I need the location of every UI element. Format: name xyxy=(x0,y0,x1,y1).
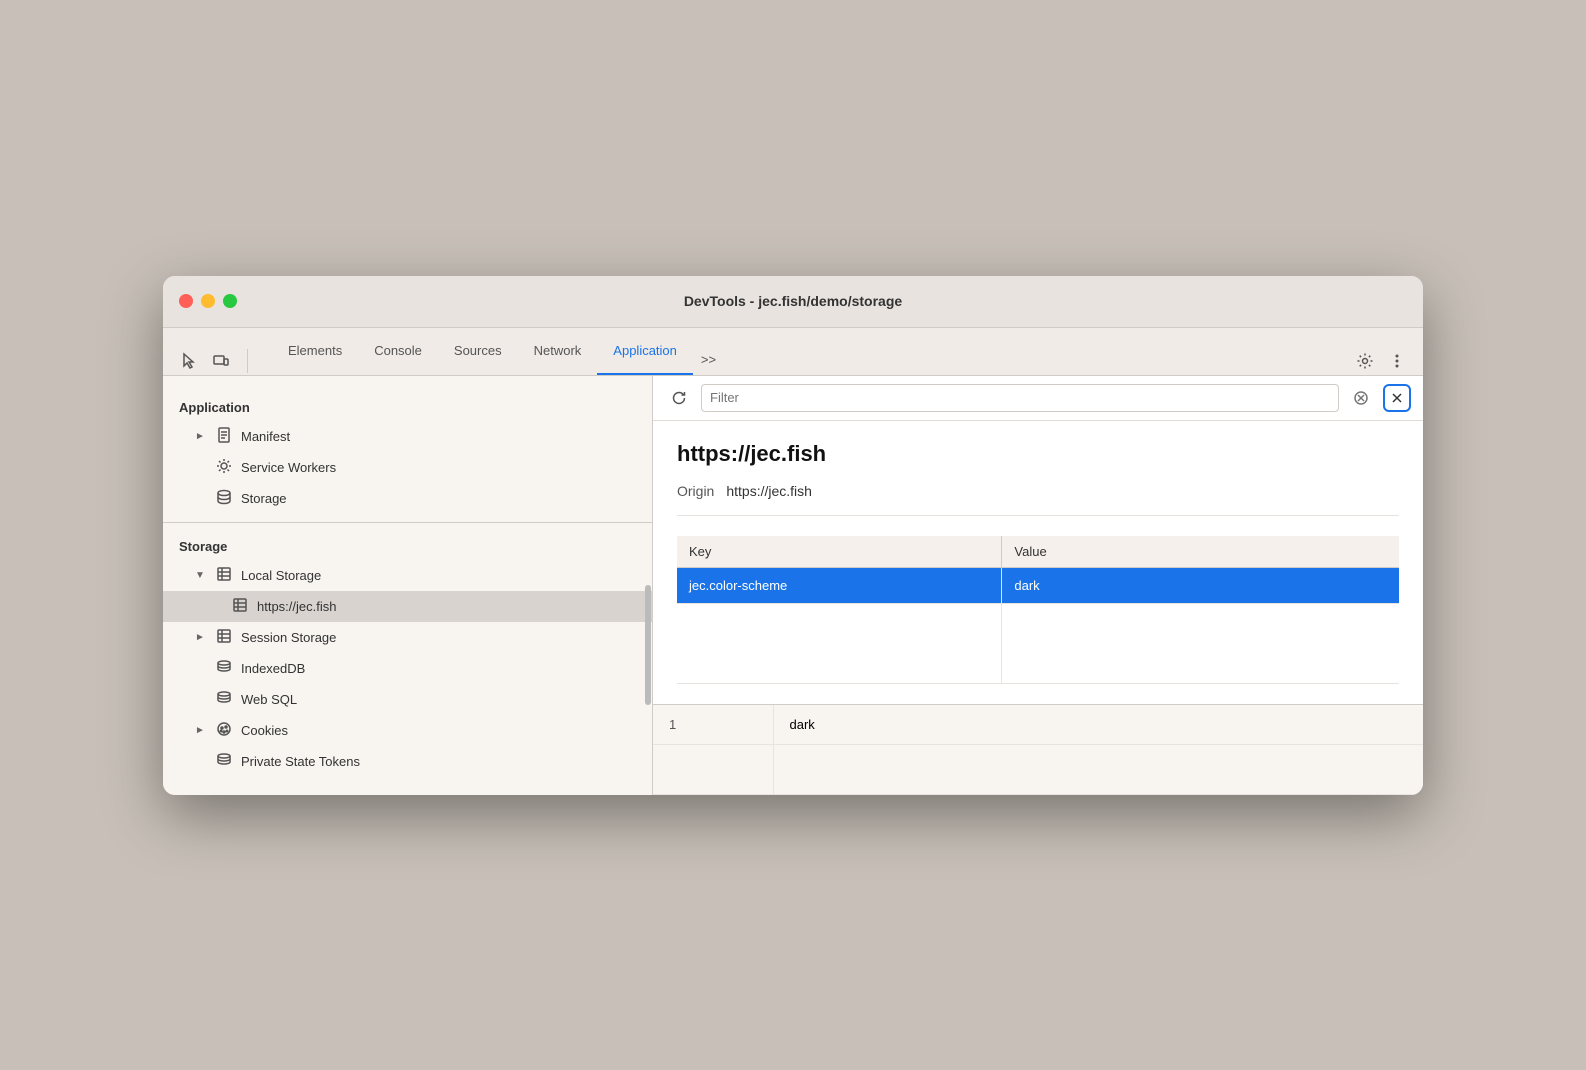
session-storage-arrow: ► xyxy=(195,632,207,643)
bottom-cell-empty2 xyxy=(773,744,1423,794)
tab-console[interactable]: Console xyxy=(358,328,438,375)
tab-elements[interactable]: Elements xyxy=(272,328,358,375)
origin-title: https://jec.fish xyxy=(677,441,1399,467)
bottom-panel: 1 dark xyxy=(653,704,1423,795)
manifest-label: Manifest xyxy=(241,429,290,444)
content-body: https://jec.fish Origin https://jec.fish… xyxy=(653,421,1423,704)
sidebar-item-manifest[interactable]: ► Manifest xyxy=(163,421,652,452)
content-toolbar xyxy=(653,376,1423,421)
sidebar-item-service-workers[interactable]: ► Servi xyxy=(163,452,652,483)
cookies-arrow: ► xyxy=(195,725,207,736)
tab-application[interactable]: Application xyxy=(597,328,693,375)
sidebar-section-storage: Storage xyxy=(163,531,652,560)
clear-icon[interactable] xyxy=(1347,384,1375,412)
indexeddb-label: IndexedDB xyxy=(241,661,305,676)
sidebar: Application ► Manifest ► xyxy=(163,376,653,795)
tab-more[interactable]: >> xyxy=(693,344,724,375)
tab-bar-right-icons xyxy=(1351,347,1411,375)
local-storage-url-label: https://jec.fish xyxy=(257,599,336,614)
main-area: Application ► Manifest ► xyxy=(163,376,1423,795)
manifest-icon xyxy=(215,427,233,446)
sidebar-item-storage-app[interactable]: ► Storage xyxy=(163,483,652,514)
private-state-tokens-icon xyxy=(215,752,233,771)
table-cell-value: dark xyxy=(1002,567,1399,603)
content-area: https://jec.fish Origin https://jec.fish… xyxy=(653,376,1423,795)
sidebar-scrollbar[interactable] xyxy=(644,376,652,795)
toolbar-divider xyxy=(247,349,248,373)
tabs: Elements Console Sources Network Applica… xyxy=(272,328,1351,375)
indexeddb-icon xyxy=(215,659,233,678)
title-bar: DevTools - jec.fish/demo/storage xyxy=(163,276,1423,328)
origin-value: https://jec.fish xyxy=(726,483,812,499)
tab-sources[interactable]: Sources xyxy=(438,328,518,375)
select-element-icon[interactable] xyxy=(175,347,203,375)
private-state-tokens-label: Private State Tokens xyxy=(241,754,360,769)
session-storage-icon xyxy=(215,628,233,647)
sidebar-item-local-storage-url[interactable]: ► https://jec.fish xyxy=(163,591,652,622)
sidebar-divider xyxy=(163,522,652,523)
more-options-icon[interactable] xyxy=(1383,347,1411,375)
local-storage-label: Local Storage xyxy=(241,568,321,583)
storage-app-icon xyxy=(215,489,233,508)
devtools-container: Elements Console Sources Network Applica… xyxy=(163,328,1423,795)
table-row-empty xyxy=(677,603,1399,683)
sidebar-item-private-state-tokens[interactable]: ► Private State Tokens xyxy=(163,746,652,777)
table-cell-empty-key xyxy=(677,603,1002,683)
storage-app-label: Storage xyxy=(241,491,287,506)
service-workers-icon xyxy=(215,458,233,477)
table-header-key: Key xyxy=(677,536,1002,568)
bottom-row-empty xyxy=(653,744,1423,794)
table-cell-key: jec.color-scheme xyxy=(677,567,1002,603)
minimize-button[interactable] xyxy=(201,294,215,308)
devtools-window: DevTools - jec.fish/demo/storage xyxy=(163,276,1423,795)
sidebar-item-cookies[interactable]: ► Cookies xyxy=(163,715,652,746)
device-toggle-icon[interactable] xyxy=(207,347,235,375)
sidebar-scrollbar-thumb xyxy=(645,585,651,705)
traffic-lights xyxy=(179,294,237,308)
cookies-label: Cookies xyxy=(241,723,288,738)
session-storage-label: Session Storage xyxy=(241,630,336,645)
manifest-arrow: ► xyxy=(195,431,207,442)
cookies-icon xyxy=(215,721,233,740)
bottom-cell-empty xyxy=(653,744,773,794)
tab-network[interactable]: Network xyxy=(518,328,598,375)
close-button[interactable] xyxy=(179,294,193,308)
bottom-row: 1 dark xyxy=(653,705,1423,745)
web-sql-label: Web SQL xyxy=(241,692,297,707)
sidebar-item-session-storage[interactable]: ► Session Storage xyxy=(163,622,652,653)
origin-label: Origin xyxy=(677,483,714,499)
filter-input[interactable] xyxy=(701,384,1339,412)
sidebar-item-local-storage[interactable]: ▼ Local Storage xyxy=(163,560,652,591)
tab-bar: Elements Console Sources Network Applica… xyxy=(163,328,1423,376)
bottom-table: 1 dark xyxy=(653,705,1423,795)
table-cell-empty-value xyxy=(1002,603,1399,683)
toolbar-icons xyxy=(175,347,256,375)
sidebar-section-application: Application xyxy=(163,392,652,421)
web-sql-icon xyxy=(215,690,233,709)
service-workers-label: Service Workers xyxy=(241,460,336,475)
local-storage-url-icon xyxy=(231,597,249,616)
sidebar-item-web-sql[interactable]: ► Web SQL xyxy=(163,684,652,715)
refresh-button[interactable] xyxy=(665,384,693,412)
settings-icon[interactable] xyxy=(1351,347,1379,375)
maximize-button[interactable] xyxy=(223,294,237,308)
table-row[interactable]: jec.color-scheme dark xyxy=(677,567,1399,603)
window-title: DevTools - jec.fish/demo/storage xyxy=(684,293,902,309)
sidebar-item-indexeddb[interactable]: ► IndexedDB xyxy=(163,653,652,684)
storage-table: Key Value jec.color-scheme dark xyxy=(677,536,1399,684)
bottom-cell-value: dark xyxy=(773,705,1423,745)
bottom-cell-num: 1 xyxy=(653,705,773,745)
table-header-value: Value xyxy=(1002,536,1399,568)
delete-icon[interactable] xyxy=(1383,384,1411,412)
local-storage-arrow: ▼ xyxy=(195,570,207,581)
local-storage-icon xyxy=(215,566,233,585)
origin-row: Origin https://jec.fish xyxy=(677,483,1399,516)
